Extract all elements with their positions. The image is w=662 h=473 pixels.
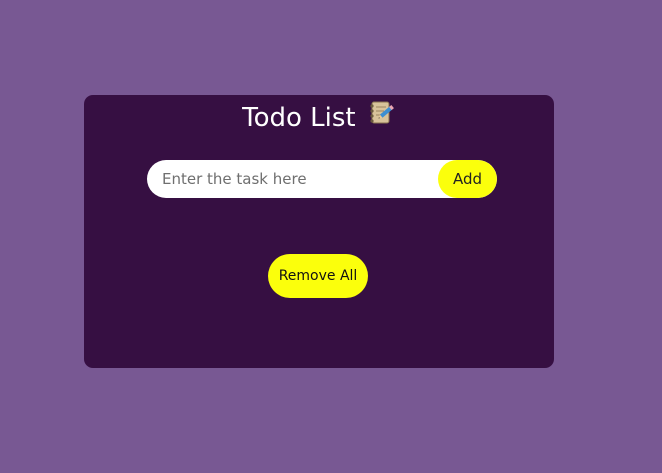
title-row: Todo List (84, 99, 554, 138)
notepad-pencil-icon (368, 98, 396, 136)
todo-card: Todo List Enter the task here Add Remove… (84, 95, 554, 368)
task-input-group: Add (147, 160, 497, 198)
add-button[interactable]: Add (438, 160, 497, 198)
remove-all-button[interactable]: Remove All (268, 254, 368, 298)
task-input[interactable] (147, 160, 437, 198)
page-title: Todo List (242, 103, 356, 133)
